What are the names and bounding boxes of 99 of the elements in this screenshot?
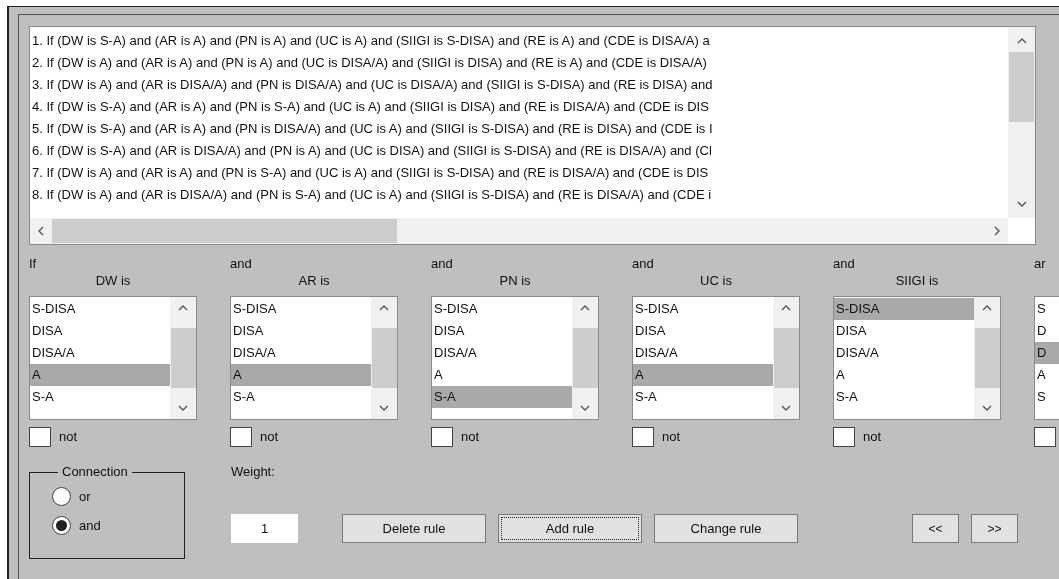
list-option[interactable]: S-DISA xyxy=(432,298,572,320)
scroll-down-icon[interactable] xyxy=(178,405,188,411)
list-option[interactable]: DISA/A xyxy=(834,342,974,364)
scrollbar[interactable] xyxy=(773,297,799,419)
variable-label: AR is xyxy=(298,272,330,290)
list-option[interactable]: S-A xyxy=(834,386,974,408)
scroll-up-icon[interactable] xyxy=(580,305,590,311)
rule-text[interactable]: 5. If (DW is S-A) and (AR is A) and (PN is DISA/A) and (UC is A) and (SIIGI is S-DISA) and (RE is DISA) and (CDE is I xyxy=(32,118,1008,140)
list-option[interactable]: S-A xyxy=(231,386,371,408)
list-option[interactable]: DISA/A xyxy=(231,342,371,364)
not-checkbox[interactable] xyxy=(29,427,51,447)
scrollbar[interactable] xyxy=(170,297,196,419)
scroll-up-icon[interactable] xyxy=(982,305,992,311)
list-option[interactable]: D xyxy=(1035,320,1059,342)
rules-listbox[interactable] xyxy=(29,26,1036,245)
not-checkbox[interactable] xyxy=(632,427,654,447)
list-option[interactable]: S-DISA xyxy=(231,298,371,320)
list-option[interactable]: S-DISA xyxy=(834,298,974,320)
list-option[interactable]: S-DISA xyxy=(633,298,773,320)
action-button[interactable]: Delete rule xyxy=(342,514,486,543)
not-checkbox[interactable] xyxy=(230,427,252,447)
list-option[interactable]: DISA/A xyxy=(432,342,572,364)
nav-button[interactable]: << xyxy=(912,514,959,543)
list-option[interactable]: D xyxy=(1035,342,1059,364)
list-option[interactable]: DISA/A xyxy=(30,342,170,364)
not-label: not xyxy=(59,428,78,447)
radio-button[interactable] xyxy=(52,487,71,507)
list-option[interactable]: DISA xyxy=(231,320,371,342)
rule-text[interactable]: 7. If (DW is A) and (AR is A) and (PN is S-A) and (UC is A) and (SIIGI is S-DISA) and (RE is DISA/A) and (CDE is DIS xyxy=(32,162,1008,184)
scroll-down-icon[interactable] xyxy=(379,405,389,411)
variable-label: UC is xyxy=(700,272,732,290)
connector-label: and xyxy=(230,256,253,272)
list-option[interactable]: A xyxy=(1035,364,1059,386)
rule-text[interactable]: 4. If (DW is S-A) and (AR is A) and (PN is S-A) and (UC is A) and (SIIGI is DISA) and (RE is DISA/A) and (CDE is DIS xyxy=(32,96,1008,118)
variable-label: DW is xyxy=(95,272,131,290)
list-option[interactable]: A xyxy=(834,364,974,386)
connector-label: and xyxy=(632,256,655,272)
scrollbar[interactable] xyxy=(1008,27,1035,218)
scroll-down-icon[interactable] xyxy=(781,405,791,411)
connector-label: and xyxy=(833,256,856,272)
scrollbar[interactable] xyxy=(974,297,1000,419)
membership-listbox[interactable]: S D D A S xyxy=(1034,296,1059,420)
list-option[interactable]: S xyxy=(1035,386,1059,408)
list-option[interactable]: S-DISA xyxy=(30,298,170,320)
membership-listbox[interactable]: S-DISA DISA DISA/A A S-A xyxy=(431,296,599,420)
scrollbar[interactable] xyxy=(572,297,598,419)
scroll-up-icon[interactable] xyxy=(178,305,188,311)
not-checkbox[interactable] xyxy=(431,427,453,447)
scroll-down-icon[interactable] xyxy=(1016,201,1027,207)
list-option[interactable]: A xyxy=(30,364,170,386)
rule-text[interactable]: 8. If (DW is A) and (AR is DISA/A) and (PN is S-A) and (UC is A) and (SIIGI is S-DISA) and (RE is DISA/A) and (CDE i xyxy=(32,184,1008,206)
variable-label: PN is xyxy=(499,272,531,290)
radio-button[interactable] xyxy=(52,515,71,535)
weight-label: Weight: xyxy=(231,464,276,480)
connector-label: If xyxy=(29,256,38,272)
membership-listbox[interactable]: S-DISA DISA DISA/A A S-A xyxy=(29,296,197,420)
list-option[interactable]: DISA xyxy=(30,320,170,342)
variable-label: SIIGI is xyxy=(895,272,939,290)
not-label: not xyxy=(662,428,681,447)
scroll-up-icon[interactable] xyxy=(379,305,389,311)
list-option[interactable]: S-A xyxy=(633,386,773,408)
membership-listbox[interactable]: S-DISA DISA DISA/A A S-A xyxy=(230,296,398,420)
membership-listbox[interactable]: S-DISA DISA DISA/A A S-A xyxy=(632,296,800,420)
rule-text[interactable]: 6. If (DW is S-A) and (AR is DISA/A) and (PN is A) and (UC is DISA) and (SIIGI is S-DISA) and (RE is DISA/A) and (Cl xyxy=(32,140,1008,162)
horizontal-scrollbar[interactable] xyxy=(30,218,1008,244)
weight-field[interactable]: 1 xyxy=(231,514,298,543)
not-checkbox[interactable] xyxy=(833,427,855,447)
scroll-up-icon[interactable] xyxy=(1016,38,1027,44)
list-option[interactable]: S-A xyxy=(30,386,170,408)
list-option[interactable]: A xyxy=(633,364,773,386)
connector-label: ar xyxy=(1034,256,1047,272)
scroll-right-icon[interactable] xyxy=(994,226,1000,236)
list-option[interactable]: DISA xyxy=(633,320,773,342)
not-label: not xyxy=(260,428,279,447)
not-label: not xyxy=(863,428,882,447)
connector-label: and xyxy=(431,256,454,272)
scroll-left-icon[interactable] xyxy=(38,226,44,236)
list-option[interactable]: A xyxy=(231,364,371,386)
rule-text[interactable]: 3. If (DW is A) and (AR is DISA/A) and (PN is DISA/A) and (UC is DISA/A) and (SIIGI is S-DISA) and (RE is DISA) and xyxy=(32,74,1008,96)
membership-listbox[interactable]: S-DISA DISA DISA/A A S-A xyxy=(833,296,1001,420)
list-option[interactable]: DISA xyxy=(432,320,572,342)
list-option[interactable]: DISA xyxy=(834,320,974,342)
rule-text[interactable]: 2. If (DW is A) and (AR is A) and (PN is A) and (UC is DISA/A) and (SIIGI is DISA) and (RE is A) and (CDE is DISA/A) xyxy=(32,52,1008,74)
list-option[interactable]: S-A xyxy=(432,386,572,408)
rule-text[interactable]: 1. If (DW is S-A) and (AR is A) and (PN is A) and (UC is A) and (SIIGI is S-DISA) and (RE is A) and (CDE is DISA/A) a xyxy=(32,30,1008,52)
scroll-up-icon[interactable] xyxy=(781,305,791,311)
not-checkbox[interactable] xyxy=(1034,427,1056,447)
not-label: not xyxy=(461,428,480,447)
nav-button[interactable]: >> xyxy=(971,514,1018,543)
radio-label: or xyxy=(79,488,91,506)
scrollbar[interactable] xyxy=(371,297,397,419)
scroll-down-icon[interactable] xyxy=(982,405,992,411)
action-button[interactable]: Add rule xyxy=(498,514,642,543)
list-option[interactable]: DISA/A xyxy=(633,342,773,364)
radio-label: and xyxy=(79,516,101,535)
scroll-down-icon[interactable] xyxy=(580,405,590,411)
action-button[interactable]: Change rule xyxy=(654,514,798,543)
list-option[interactable]: S xyxy=(1035,298,1059,320)
list-option[interactable]: A xyxy=(432,364,572,386)
